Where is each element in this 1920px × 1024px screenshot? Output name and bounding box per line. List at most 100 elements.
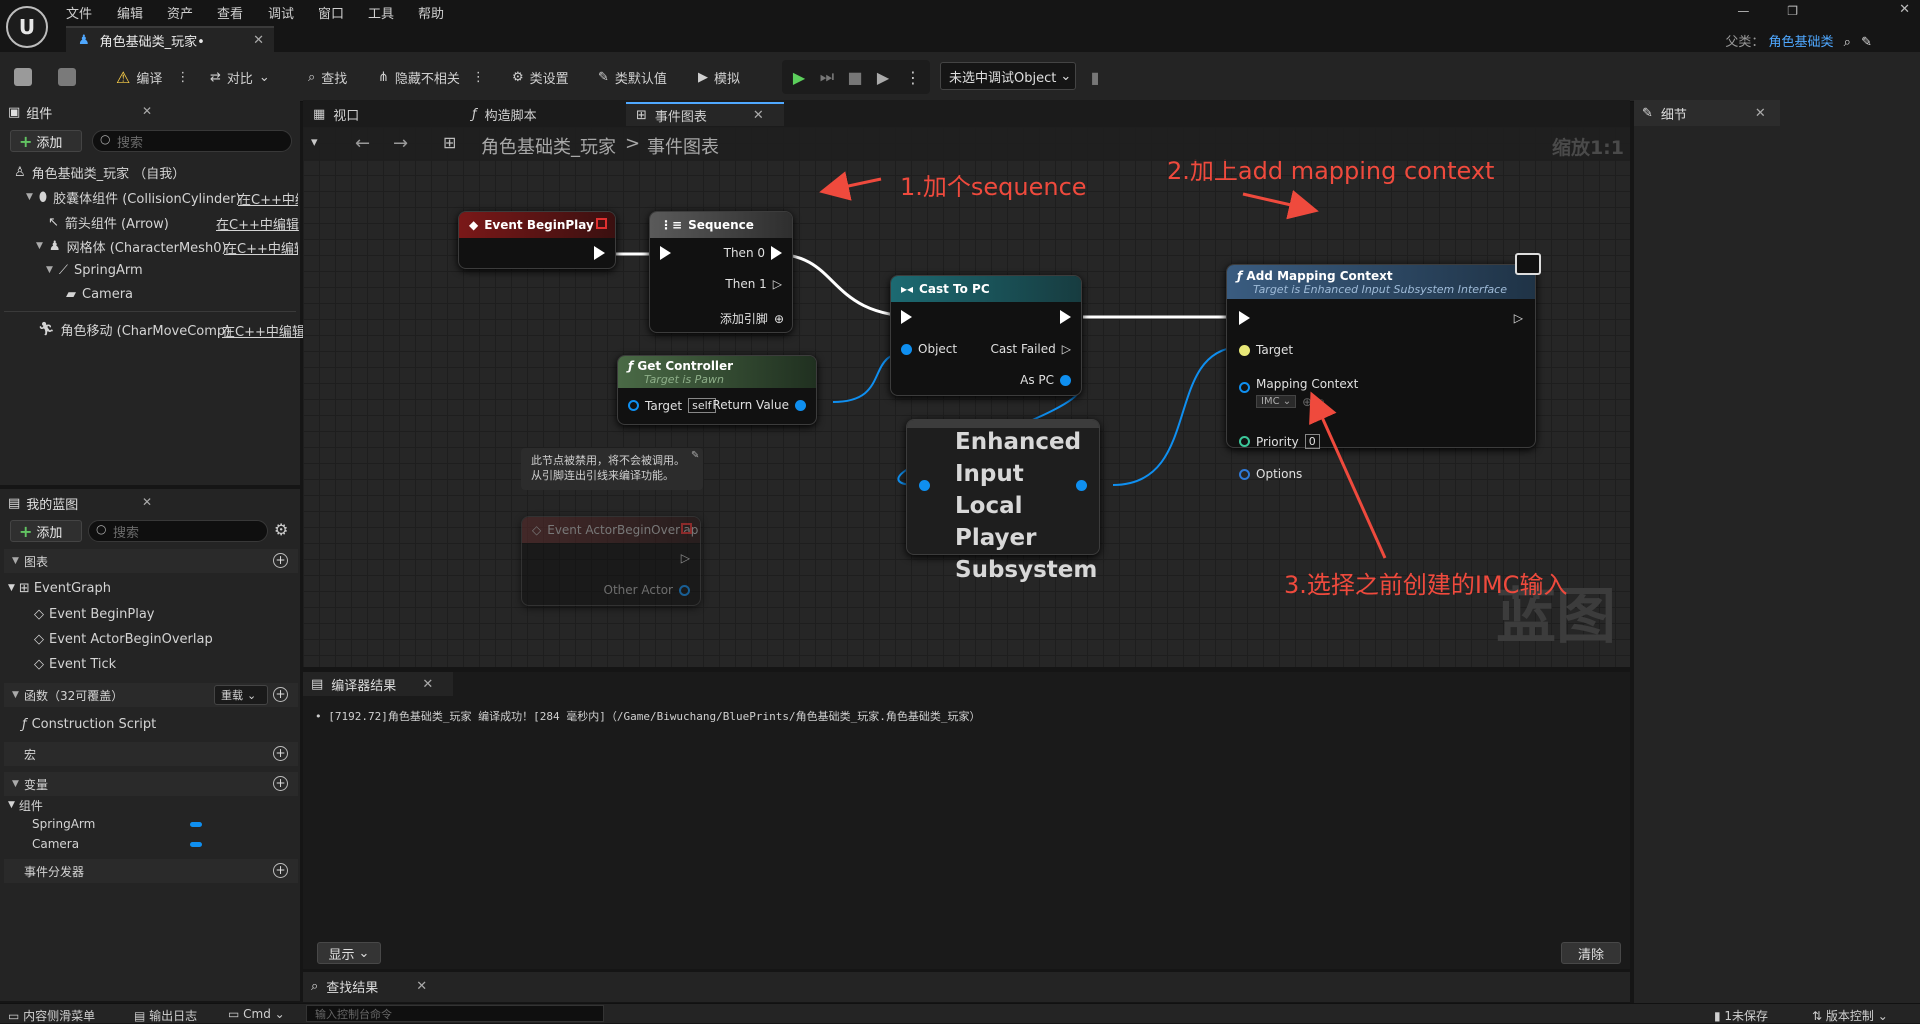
breadcrumb-root[interactable]: 角色基础类_玩家 (481, 133, 616, 159)
tab-viewport[interactable]: ▦ 视口 (303, 102, 458, 126)
content-drawer-button[interactable]: ▭ 内容侧滑菜单 (8, 1007, 95, 1024)
variable-item[interactable]: Camera (32, 835, 79, 853)
gear-icon[interactable]: ⚙ (274, 520, 288, 539)
debug-object-select[interactable]: 未选中调试Object ⌄ (940, 62, 1076, 90)
exec-out-pin[interactable]: ▷ (1514, 311, 1523, 325)
macros-section[interactable]: 宏 + (4, 742, 298, 766)
close-icon[interactable]: ✕ (753, 108, 764, 123)
class-settings-button[interactable]: ⚙ 类设置 (512, 66, 569, 88)
component-movement[interactable]: 🏃︎ 角色移动 (CharMoveComp) (38, 318, 230, 340)
node-add-mapping-context[interactable]: ƒ Add Mapping Context Target is Enhanced… (1226, 253, 1541, 481)
search-icon[interactable]: ⌕ (1844, 35, 1851, 50)
menu-asset[interactable]: 资产 (167, 3, 193, 22)
console-command-input[interactable]: 输入控制台命令 (306, 1005, 604, 1022)
forward-icon[interactable]: → (393, 133, 408, 154)
monitor-icon[interactable] (1515, 253, 1541, 275)
function-item[interactable]: ƒ Construction Script (22, 713, 156, 735)
close-window-icon[interactable]: ✕ (1899, 2, 1910, 17)
find-button[interactable]: ⌕ 查找 (308, 66, 347, 88)
more-icon[interactable]: ⋮ (176, 70, 189, 85)
document-tab[interactable]: ♟ 角色基础类_玩家• ✕ (66, 26, 274, 53)
menu-edit[interactable]: 编辑 (117, 3, 143, 22)
exec-out-pin[interactable] (1060, 310, 1071, 324)
restore-icon[interactable]: ❐ (1787, 4, 1798, 18)
my-blueprint-search-input[interactable]: 搜索 (88, 520, 268, 542)
unreal-logo-icon[interactable]: U (6, 6, 48, 48)
options-pin[interactable]: Options (1239, 467, 1302, 481)
then1-pin[interactable]: Then 1 ▷ (725, 277, 782, 291)
return-value-pin[interactable]: Return Value (712, 398, 806, 412)
output-pin[interactable] (1076, 480, 1087, 491)
cast-failed-pin[interactable]: Cast Failed ▷ (990, 342, 1071, 356)
more-icon[interactable]: ⋮ (472, 70, 485, 85)
menu-window[interactable]: 窗口 (318, 3, 344, 22)
target-pin[interactable]: Target self (628, 398, 716, 413)
edit-in-cpp-link[interactable]: 在C++中编 (238, 189, 298, 208)
simulate-button[interactable]: ▶ 模拟 (698, 66, 740, 88)
edit-in-cpp-link[interactable]: 在C++中编辑 (222, 321, 305, 340)
node-event-actor-begin-overlap[interactable]: ◇ Event ActorBeginOverlap ▷ Other Actor (521, 516, 701, 606)
dispatchers-section[interactable]: 事件分发器 + (4, 859, 298, 883)
node-get-controller[interactable]: ƒ Get Controller Target is Pawn Target se… (617, 355, 817, 425)
save-icon[interactable] (14, 66, 32, 88)
then0-pin[interactable]: Then 0 (724, 246, 782, 260)
as-pc-pin[interactable]: As PC (1020, 373, 1071, 387)
browse-icon[interactable] (58, 66, 76, 88)
exec-in-pin[interactable] (901, 310, 912, 324)
variable-item[interactable]: SpringArm (32, 815, 95, 833)
node-event-beginplay[interactable]: ◆ Event BeginPlay (458, 211, 616, 269)
event-item[interactable]: ◇ Event BeginPlay (34, 603, 155, 625)
class-defaults-button[interactable]: ✎ 类默认值 (598, 66, 667, 88)
delegate-pin-icon[interactable] (596, 218, 607, 229)
event-graph-canvas[interactable]: 蓝图 ◆ Event BeginPlay ⋮≡ Sequence Then 0 … (303, 127, 1630, 667)
add-pin-button[interactable]: 添加引脚 ⊕ (720, 310, 784, 327)
browse-icon[interactable]: ⌕ (1318, 394, 1325, 409)
close-icon[interactable]: ✕ (253, 33, 264, 48)
component-mesh[interactable]: ▼ ♟ 网格体 (CharacterMesh0) (36, 235, 227, 257)
cmd-dropdown[interactable]: ▭ Cmd ⌄ (228, 1007, 285, 1021)
mapping-context-pin[interactable]: Mapping Context IMC ⌄ ⊕ ⌕ (1239, 377, 1358, 409)
target-pin[interactable]: Target (1239, 343, 1293, 357)
show-dropdown[interactable]: 显示 ⌄ (317, 942, 381, 964)
node-sequence[interactable]: ⋮≡ Sequence Then 0 Then 1 ▷ 添加引脚 ⊕ (649, 211, 793, 333)
add-dispatcher-icon[interactable]: + (273, 863, 288, 878)
component-springarm[interactable]: ▼ ⟋ SpringArm (46, 259, 143, 281)
eject-icon[interactable]: ▶ (870, 64, 896, 90)
event-item[interactable]: ◇ Event ActorBeginOverlap (34, 628, 213, 650)
close-icon[interactable]: ✕ (142, 495, 152, 509)
add-graph-icon[interactable]: + (273, 553, 288, 568)
diff-button[interactable]: ⇄ 对比 ⌄ (210, 66, 270, 88)
clear-button[interactable]: 清除 (1561, 942, 1621, 964)
event-graph-item[interactable]: ▼ ⊞ EventGraph (8, 577, 111, 599)
menu-debug[interactable]: 调试 (268, 3, 294, 22)
component-capsule[interactable]: ▼ ⬮ 胶囊体组件 (CollisionCylinder) (26, 186, 241, 208)
edit-in-cpp-link[interactable]: 在C++中编辑 (224, 238, 298, 257)
pin-icon[interactable]: ✎ (691, 450, 699, 461)
stop-icon[interactable]: ■ (842, 64, 868, 90)
bookmark-icon[interactable]: ▾ (311, 135, 318, 150)
other-actor-pin[interactable]: Other Actor (604, 583, 690, 597)
edit-in-cpp-link[interactable]: 在C++中编辑 (216, 214, 299, 233)
variable-category[interactable]: ▼ 组件 (8, 796, 43, 814)
event-item[interactable]: ◇ Event Tick (34, 653, 116, 675)
more-icon[interactable]: ⋮ (900, 64, 926, 90)
variables-section[interactable]: ▼ 变量 + (4, 772, 298, 796)
minimize-icon[interactable]: — (1737, 4, 1749, 18)
close-icon[interactable]: ✕ (416, 979, 427, 994)
exec-in-pin[interactable] (1239, 311, 1250, 325)
play-icon[interactable]: ▶ (786, 64, 812, 90)
output-log-button[interactable]: ▤ 输出日志 (134, 1007, 197, 1024)
priority-pin[interactable]: Priority 0 (1239, 434, 1320, 449)
step-icon[interactable]: ⏭ (814, 64, 840, 90)
details-tab[interactable]: ✎ 细节 ✕ (1634, 100, 1780, 126)
close-icon[interactable]: ✕ (142, 104, 152, 118)
node-cast-to-pc[interactable]: ▸◂ Cast To PC Object Cast Failed ▷ As PC (890, 275, 1082, 396)
close-icon[interactable]: ✕ (422, 677, 433, 692)
menu-file[interactable]: 文件 (66, 3, 92, 22)
menu-tools[interactable]: 工具 (368, 3, 394, 22)
imc-select[interactable]: IMC ⌄ (1256, 395, 1297, 408)
menu-view[interactable]: 查看 (217, 3, 243, 22)
exec-in-pin[interactable] (660, 246, 671, 260)
tab-construction-script[interactable]: ƒ 构造脚本 (462, 102, 622, 126)
compile-button[interactable]: ⚠ 编译 ⋮ (116, 66, 189, 88)
